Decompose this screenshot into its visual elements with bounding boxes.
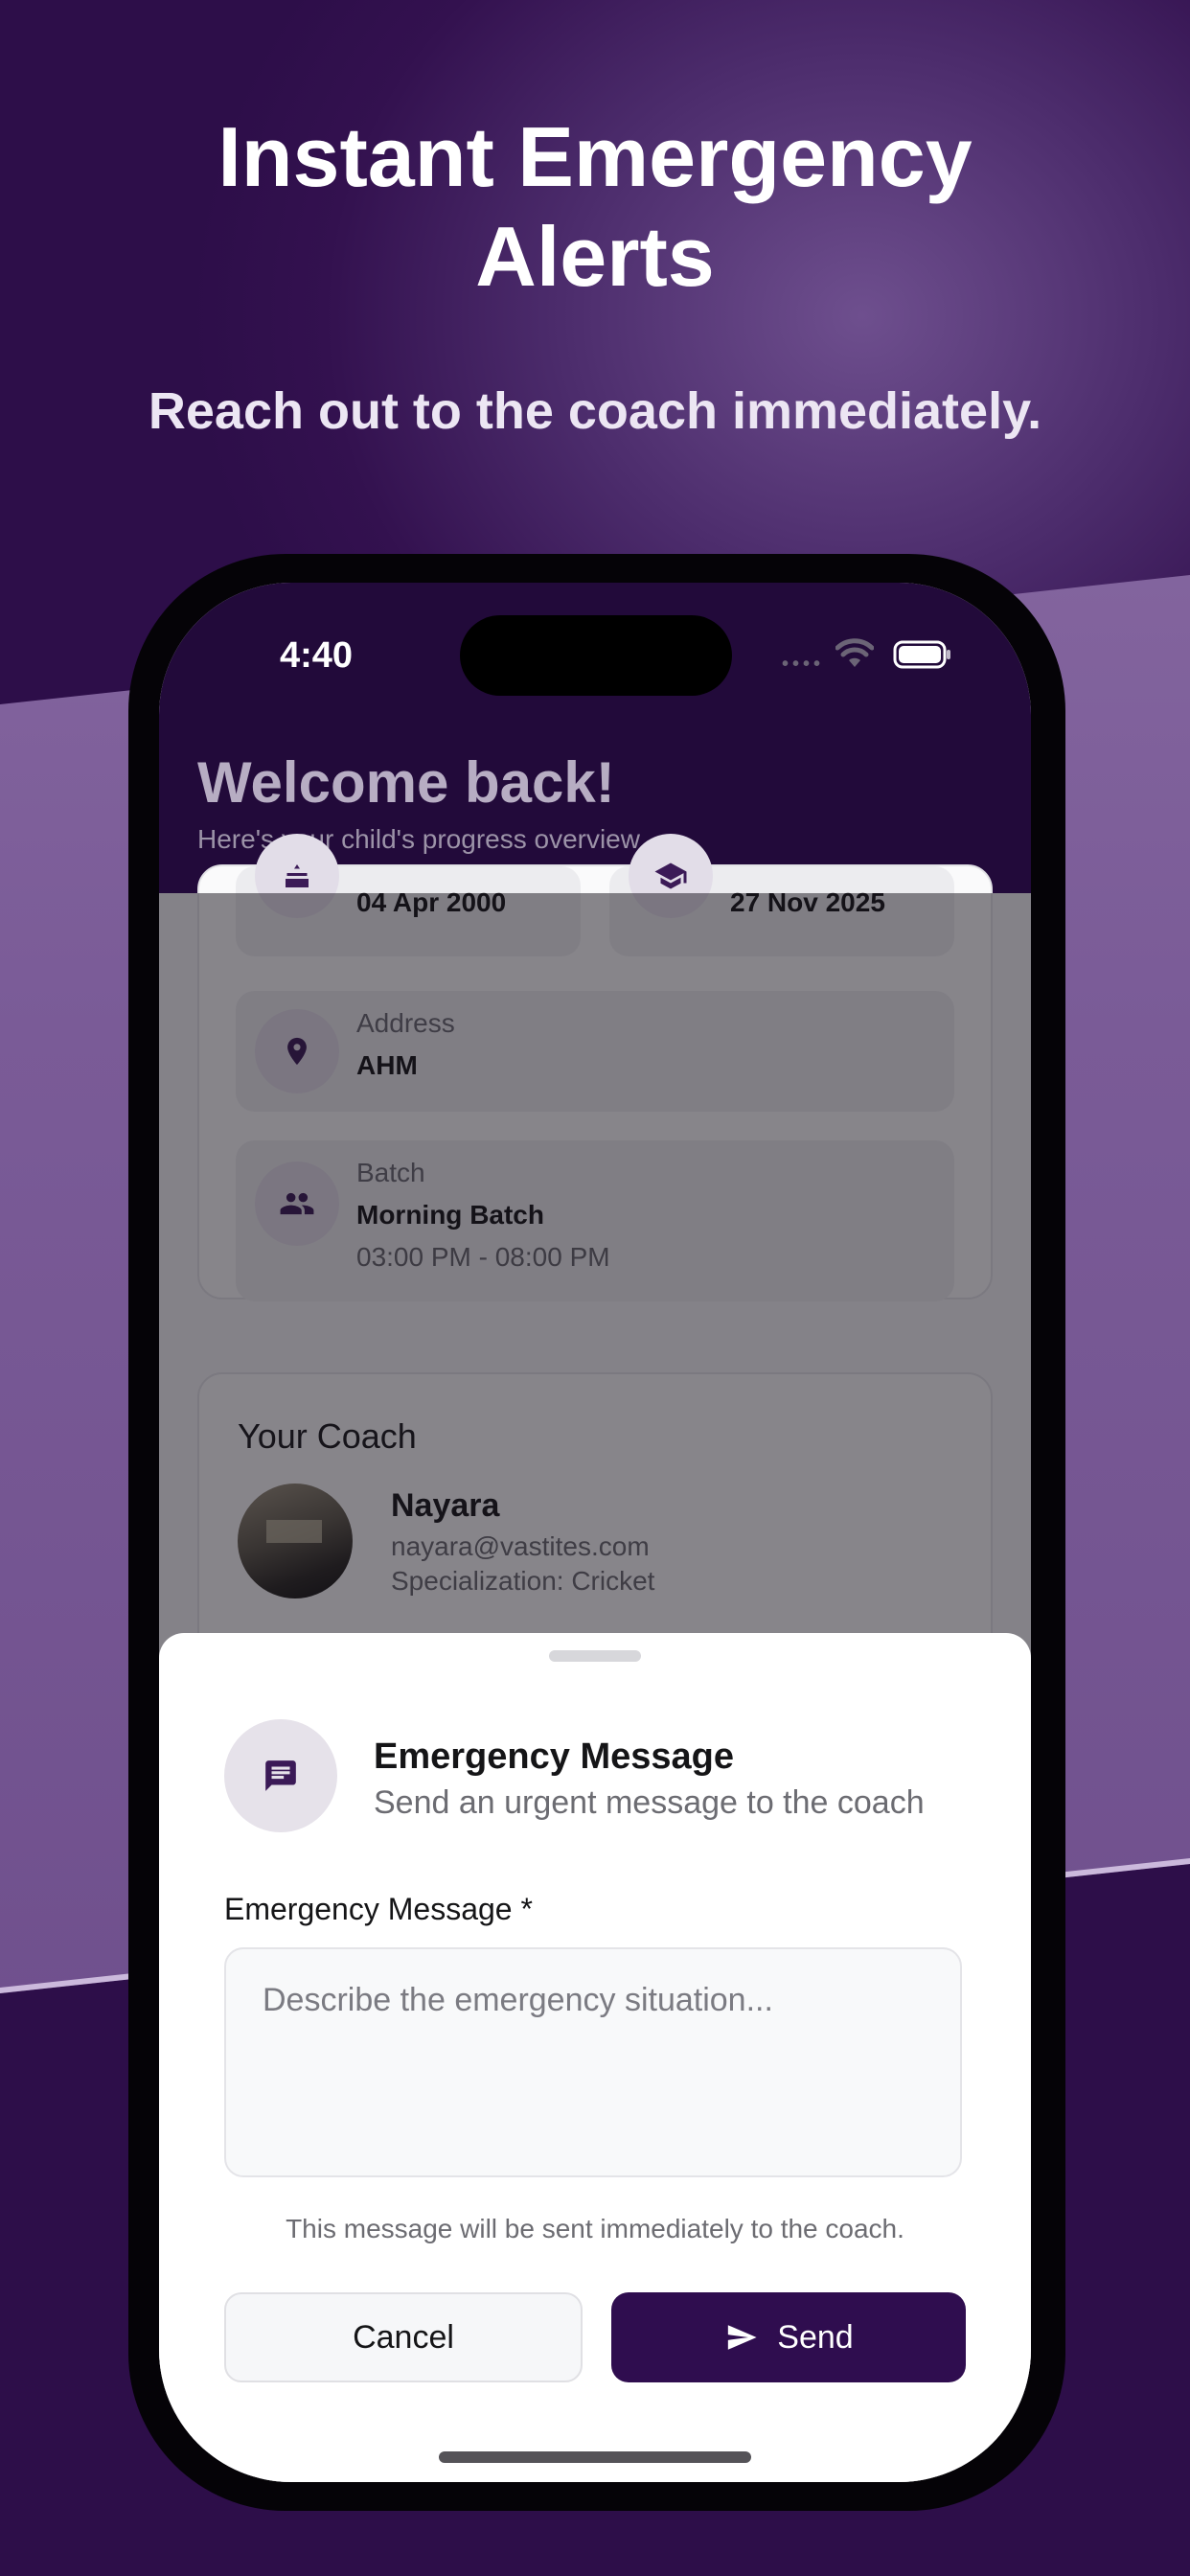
sheet-subtitle: Send an urgent message to the coach <box>374 1784 925 1821</box>
home-indicator[interactable] <box>439 2451 751 2463</box>
sheet-grabber[interactable] <box>549 1650 641 1662</box>
cancel-button[interactable]: Cancel <box>224 2292 583 2382</box>
phone-screen: 4:40 •••• Welcome back! Here's your chil… <box>159 583 1031 2482</box>
sheet-title: Emergency Message <box>374 1736 734 1777</box>
status-time: 4:40 <box>280 635 354 676</box>
message-field-label: Emergency Message * <box>224 1892 533 1926</box>
promo-headline-line1: Instant Emergency <box>217 109 973 204</box>
send-icon <box>728 2325 757 2350</box>
send-button[interactable]: Send <box>611 2292 966 2382</box>
dynamic-island <box>460 615 732 696</box>
cancel-button-label: Cancel <box>353 2318 454 2356</box>
emergency-message-input[interactable] <box>224 1947 962 2177</box>
promo-subheadline: Reach out to the coach immediately. <box>148 382 1042 440</box>
wifi-icon <box>835 638 874 667</box>
message-hint: This message will be sent immediately to… <box>286 2214 904 2243</box>
emergency-sheet: Emergency Message Send an urgent message… <box>159 1633 1031 2482</box>
send-button-label: Send <box>777 2318 854 2356</box>
battery-icon <box>893 640 950 669</box>
welcome-title: Welcome back! <box>197 750 615 815</box>
message-icon <box>224 1719 337 1832</box>
promo-headline-line2: Alerts <box>475 209 715 304</box>
signal-dots-icon: •••• <box>782 654 825 675</box>
promo-headline: Instant Emergency Alerts <box>0 107 1190 307</box>
